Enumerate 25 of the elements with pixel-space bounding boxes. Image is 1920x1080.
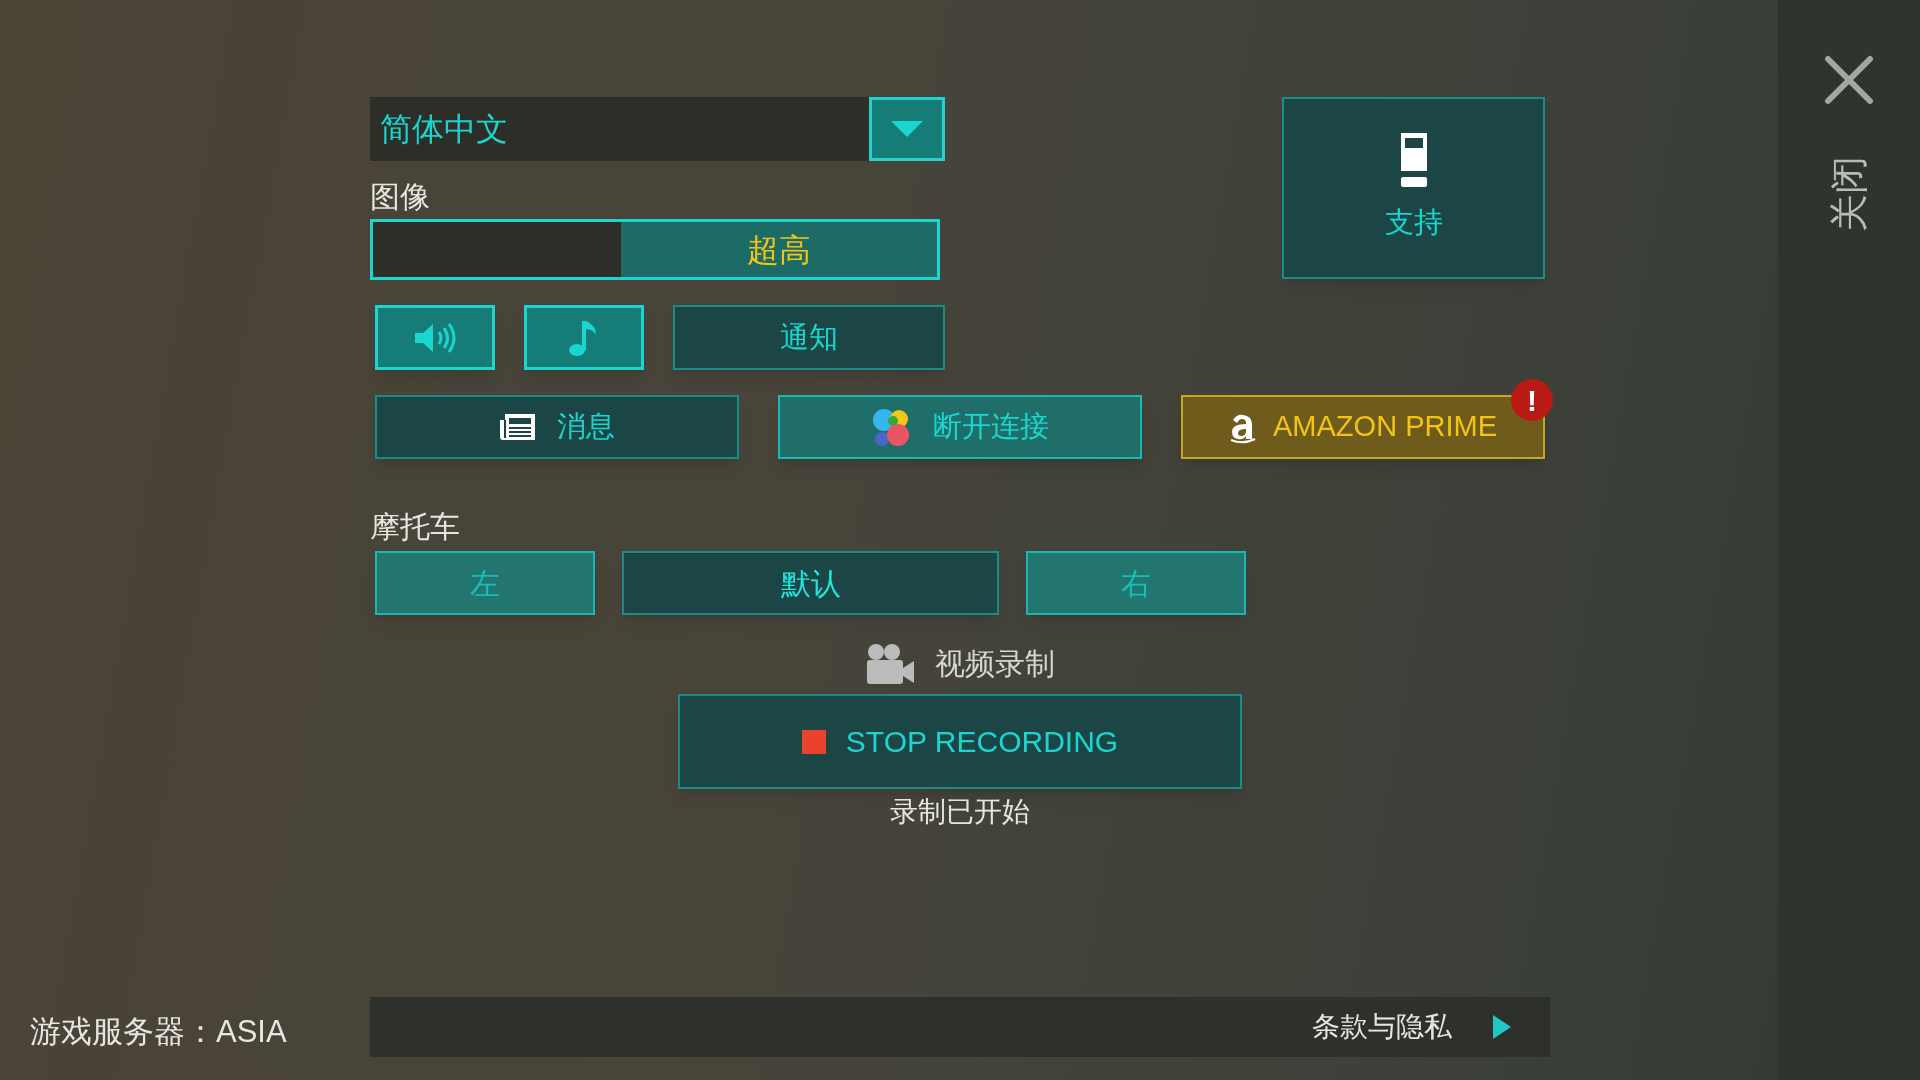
speaker-icon [413, 321, 457, 354]
close-icon[interactable] [1824, 55, 1874, 105]
motorcycle-option[interactable]: 默认 [622, 551, 999, 615]
stop-icon [801, 729, 826, 754]
stop-recording-button[interactable]: STOP RECORDING [678, 694, 1242, 789]
play-arrow-icon[interactable] [1492, 1014, 1512, 1040]
notification-toggle[interactable]: 通知 [673, 305, 945, 370]
motorcycle-label: 摩托车 [370, 509, 461, 545]
graphics-label: 图像 [370, 179, 431, 215]
newspaper-icon [499, 412, 537, 442]
support-button[interactable]: 支持 [1282, 97, 1545, 279]
news-button[interactable]: 消息 [375, 395, 739, 459]
terms-link[interactable]: 条款与隐私 [1312, 1006, 1452, 1048]
language-dropdown[interactable]: 简体中文 [370, 97, 945, 161]
music-toggle[interactable] [524, 305, 644, 370]
graphics-quality-slider[interactable]: 超高 [370, 219, 940, 280]
alert-badge: ! [1511, 379, 1553, 421]
disconnect-button[interactable]: 断开连接 [778, 395, 1142, 459]
game-server-label: 游戏服务器：ASIA [29, 1013, 288, 1051]
video-camera-icon [865, 642, 915, 685]
quality-value: 超高 [621, 222, 937, 277]
video-recording-title: 视频录制 [935, 646, 1055, 682]
close-label[interactable]: 关闭 [1820, 155, 1878, 232]
sound-toggle[interactable] [375, 305, 495, 370]
recording-status: 录制已开始 [890, 795, 1030, 829]
